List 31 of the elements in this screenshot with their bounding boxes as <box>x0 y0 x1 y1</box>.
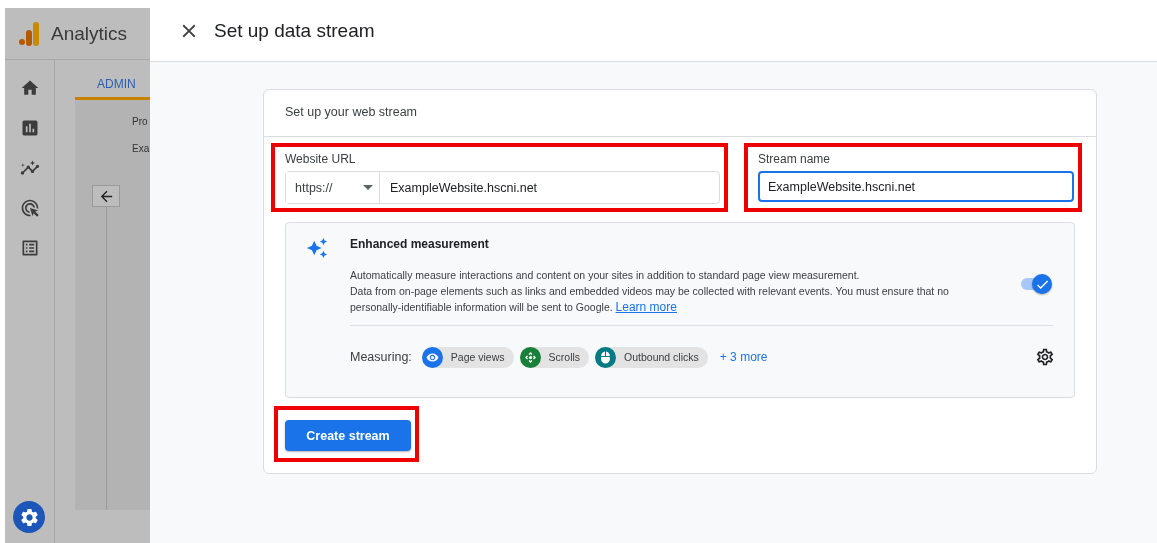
toggle-switch[interactable] <box>1019 273 1053 295</box>
back-button[interactable] <box>92 185 120 207</box>
property-text: Pro <box>132 116 148 127</box>
field-label: Website URL <box>285 152 357 166</box>
description-text: Automatically measure interactions and content on your sites in addition to standard page view measurement. <box>350 268 861 283</box>
app-name: Analytics <box>51 22 128 45</box>
chip-label: Scrolls <box>548 351 581 363</box>
chip-label: Outbound clicks <box>624 351 699 363</box>
cursor-click-icon[interactable] <box>19 198 40 218</box>
sparkle-icon <box>306 237 328 259</box>
card-title: Set up your web stream <box>264 90 1096 137</box>
settings-button[interactable] <box>13 501 45 533</box>
measuring-label: Measuring: <box>350 350 412 364</box>
settings-button[interactable] <box>1035 347 1055 367</box>
more-link[interactable]: + 3 more <box>719 350 768 364</box>
protocol-select[interactable]: https:// <box>286 172 380 203</box>
stream-name-field[interactable]: ExampleWebsite.hscni.net <box>758 171 1074 202</box>
url-field[interactable]: https:// ExampleWebsite.hscni.net <box>285 171 720 204</box>
dialog-title: Set up data stream <box>214 19 375 42</box>
learn-more-link[interactable]: Learn more <box>615 300 677 314</box>
caret-icon <box>363 185 373 190</box>
trend-chart-icon[interactable] <box>19 158 40 178</box>
property-text: Exa <box>132 143 150 154</box>
create-stream-button[interactable]: Create stream <box>285 420 411 451</box>
note-text: Data from on-page elements such as links and embedded videos may be collected with relevant events. You must ensure that no personally-identifiable information will be sent to Google. Learn more <box>350 284 950 315</box>
field-label: Stream name <box>758 152 832 166</box>
analytics-logo-icon <box>19 21 39 46</box>
chip-label: Page views <box>450 351 505 363</box>
url-input[interactable]: ExampleWebsite.hscni.net <box>380 172 719 203</box>
section-title: Enhanced measurement <box>350 237 490 251</box>
home-icon[interactable] <box>19 78 40 98</box>
